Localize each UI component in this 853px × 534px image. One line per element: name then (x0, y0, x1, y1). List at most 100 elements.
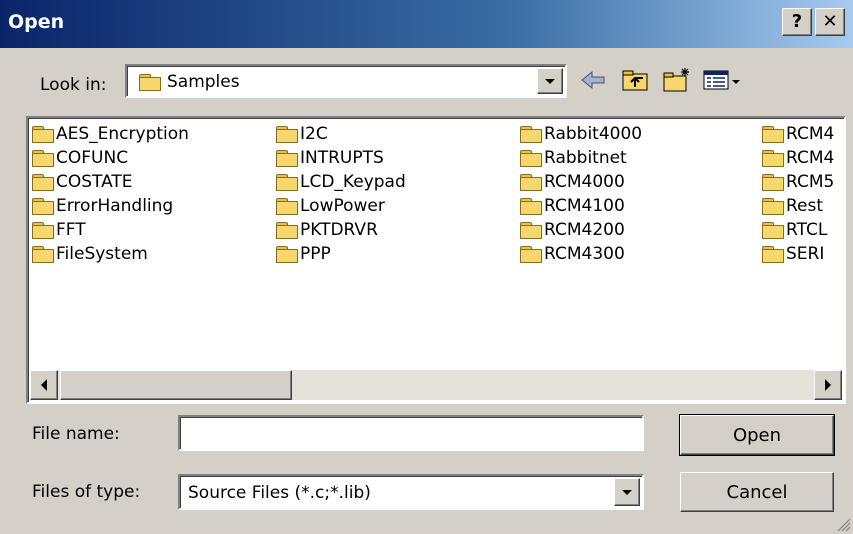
file-list-item-label: COFUNC (56, 148, 129, 168)
file-list-item-label: RCM4100 (544, 196, 625, 216)
folder-icon (520, 126, 542, 143)
scroll-right-button[interactable] (814, 370, 842, 400)
file-list-item-label: RCM4200 (544, 220, 625, 240)
file-type-dropdown-button[interactable] (614, 478, 640, 506)
open-button[interactable]: Open (679, 414, 835, 456)
folder-icon (32, 222, 54, 239)
look-in-label: Look in: (40, 75, 107, 95)
title-bar[interactable]: Open ? ✕ (0, 0, 853, 48)
view-menu-button[interactable] (700, 63, 744, 97)
file-list-item[interactable]: SERI (762, 242, 844, 266)
resize-grip-icon[interactable] (835, 516, 851, 532)
file-list-item-label: FileSystem (56, 244, 148, 264)
file-list-item-label: I2C (300, 124, 328, 144)
folder-icon (32, 246, 54, 263)
file-list-item[interactable]: RCM4000 (520, 170, 758, 194)
file-list-item[interactable]: LCD_Keypad (276, 170, 516, 194)
file-name-field[interactable] (178, 415, 644, 451)
back-icon (581, 70, 605, 90)
look-in-combo[interactable]: Samples (125, 64, 567, 98)
up-folder-icon (622, 70, 648, 91)
horizontal-scrollbar[interactable] (30, 370, 842, 400)
look-in-value: Samples (167, 72, 240, 92)
file-list-item[interactable]: PPP (276, 242, 516, 266)
folder-icon (762, 174, 784, 191)
look-in-dropdown-button[interactable] (537, 68, 563, 94)
file-list-item[interactable]: RTCL (762, 218, 844, 242)
file-list-item[interactable]: FFT (32, 218, 272, 242)
file-list-item-label: INTRUPTS (300, 148, 384, 168)
file-list-item[interactable]: RCM4100 (520, 194, 758, 218)
file-list-item-label: PPP (300, 244, 331, 264)
folder-icon (762, 126, 784, 143)
file-list-item-label: RTCL (786, 220, 828, 240)
folder-icon (520, 198, 542, 215)
file-type-combo[interactable]: Source Files (*.c;*.lib) (178, 474, 644, 510)
arrow-left-icon (41, 379, 47, 391)
folder-icon (276, 222, 298, 239)
file-list-item-label: Rabbit4000 (544, 124, 643, 144)
file-list-item-label: FFT (56, 220, 86, 240)
file-list-item-label: RCM4 (786, 124, 835, 144)
file-list-item[interactable]: PKTDRVR (276, 218, 516, 242)
folder-icon (762, 198, 784, 215)
up-folder-button[interactable] (618, 63, 652, 97)
file-type-value: Source Files (*.c;*.lib) (188, 483, 371, 503)
cancel-button[interactable]: Cancel (680, 472, 834, 512)
scrollbar-thumb[interactable] (60, 370, 292, 400)
folder-icon (762, 150, 784, 167)
folder-icon (276, 198, 298, 215)
file-list-item-label: LowPower (300, 196, 385, 216)
file-list-item-label: RCM4300 (544, 244, 625, 264)
close-button[interactable]: ✕ (815, 8, 845, 36)
close-icon: ✕ (822, 11, 838, 32)
folder-icon (276, 246, 298, 263)
folder-icon (276, 174, 298, 191)
file-list-item-label: Rest (786, 196, 824, 216)
file-list-item[interactable]: RCM4 (762, 122, 844, 146)
file-list-item-label: AES_Encryption (56, 124, 189, 144)
folder-icon (32, 198, 54, 215)
folder-icon (276, 150, 298, 167)
file-list-item-label: RCM4 (786, 148, 835, 168)
folder-icon (520, 246, 542, 263)
file-list-item-label: LCD_Keypad (300, 172, 406, 192)
file-list-item-label: ErrorHandling (56, 196, 174, 216)
file-list-item[interactable]: COSTATE (32, 170, 272, 194)
file-list[interactable]: AES_Encryption COFUNC COSTATE ErrorHandling… (26, 116, 846, 404)
file-name-label: File name: (32, 424, 120, 444)
folder-icon (520, 174, 542, 191)
view-menu-icon (703, 70, 740, 90)
file-list-item[interactable]: ErrorHandling (32, 194, 272, 218)
file-list-item-label: Rabbitnet (544, 148, 627, 168)
file-list-item[interactable]: RCM4300 (520, 242, 758, 266)
folder-icon (32, 150, 54, 167)
scroll-left-button[interactable] (30, 370, 58, 400)
file-list-item[interactable]: FileSystem (32, 242, 272, 266)
file-list-item[interactable]: RCM5 (762, 170, 844, 194)
folder-icon (520, 222, 542, 239)
folder-icon (32, 126, 54, 143)
folder-icon (32, 174, 54, 191)
new-folder-button[interactable] (660, 63, 694, 97)
file-list-item[interactable]: RCM4200 (520, 218, 758, 242)
file-list-item[interactable]: RCM4 (762, 146, 844, 170)
file-list-item[interactable]: INTRUPTS (276, 146, 516, 170)
file-list-item[interactable]: Rabbitnet (520, 146, 758, 170)
help-button[interactable]: ? (782, 8, 812, 36)
folder-icon (520, 150, 542, 167)
file-list-item-label: RCM5 (786, 172, 835, 192)
file-list-item[interactable]: I2C (276, 122, 516, 146)
file-list-item-label: RCM4000 (544, 172, 625, 192)
file-list-item[interactable]: Rabbit4000 (520, 122, 758, 146)
new-folder-icon (663, 68, 689, 92)
dialog-title: Open (8, 11, 65, 33)
file-list-item[interactable]: LowPower (276, 194, 516, 218)
file-list-item[interactable]: AES_Encryption (32, 122, 272, 146)
file-list-item[interactable]: COFUNC (32, 146, 272, 170)
file-list-item-label: PKTDRVR (300, 220, 378, 240)
back-button[interactable] (576, 63, 610, 97)
folder-icon (762, 246, 784, 263)
folder-icon (762, 222, 784, 239)
file-list-item[interactable]: Rest (762, 194, 844, 218)
